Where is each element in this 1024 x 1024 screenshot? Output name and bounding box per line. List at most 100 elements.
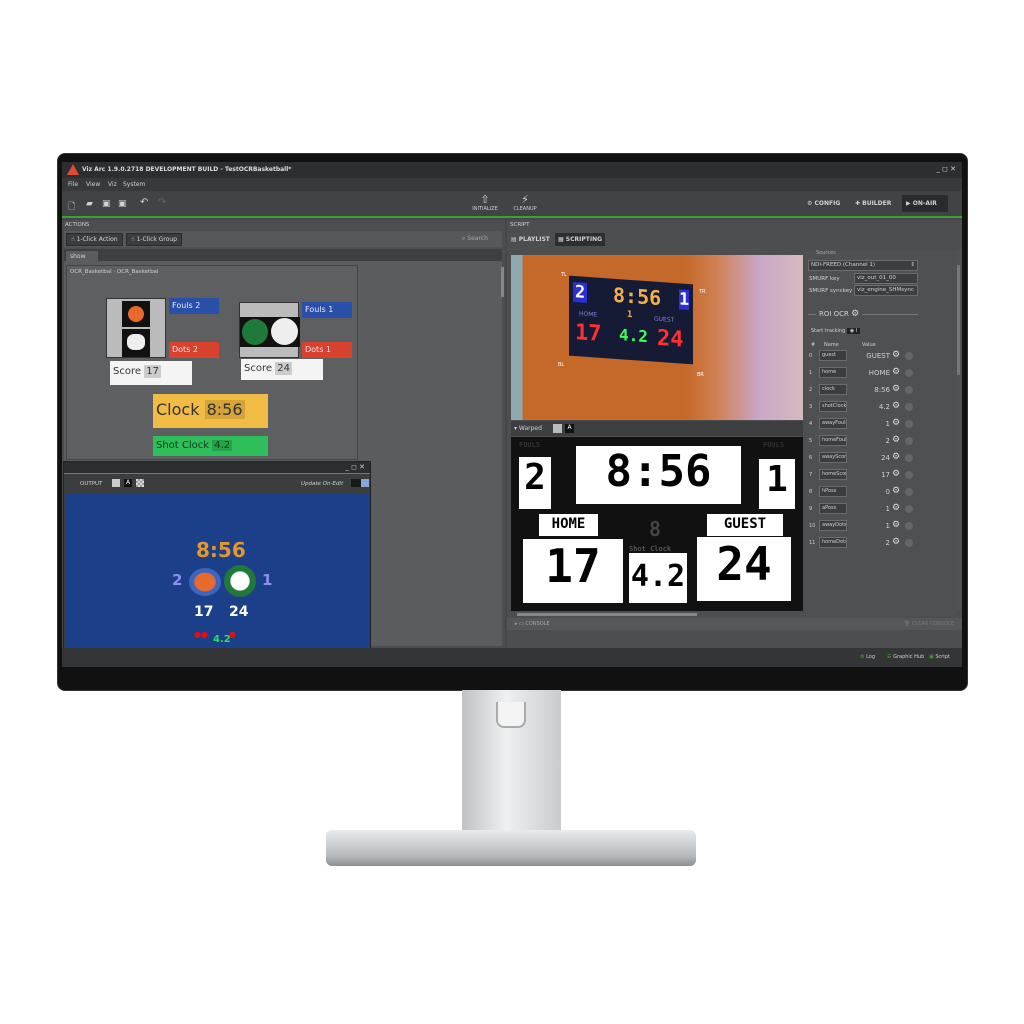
remove-icon[interactable] — [905, 437, 913, 445]
menu-viz[interactable]: Viz — [108, 181, 117, 188]
remove-icon[interactable] — [905, 454, 913, 462]
gear-icon[interactable]: ⚙ — [892, 418, 900, 428]
menu-view[interactable]: View — [86, 181, 100, 188]
search-placeholder: Search — [467, 235, 488, 242]
alpha-view-icon[interactable]: A — [124, 479, 132, 487]
gear-icon[interactable]: ⚙ — [892, 435, 900, 445]
cleanup-button[interactable]: ⚡ CLEANUP — [510, 193, 540, 212]
undo-icon[interactable]: ↶ — [140, 197, 148, 208]
horizontal-scrollbar[interactable] — [517, 613, 697, 616]
remove-icon[interactable] — [905, 420, 913, 428]
save-icon[interactable]: ▣ — [102, 199, 111, 209]
remove-icon[interactable] — [905, 471, 913, 479]
remove-icon[interactable] — [905, 386, 913, 394]
one-click-group-button[interactable]: ☝ 1-Click Group — [126, 233, 183, 246]
home-fouls-field[interactable]: Fouls 2 — [169, 298, 219, 314]
roi-name-input[interactable]: home — [819, 367, 847, 378]
gear-icon[interactable]: ⚙ — [892, 486, 900, 496]
console-label: CONSOLE — [525, 621, 550, 627]
checker-view-icon[interactable] — [136, 479, 144, 487]
roi-name-input[interactable]: shotClock — [819, 401, 847, 412]
remove-icon[interactable] — [905, 403, 913, 411]
roi-name-input[interactable]: aPoss — [819, 503, 847, 514]
on-air-button[interactable]: ▶ ON-AIR — [902, 195, 948, 212]
update-on-edit-toggle[interactable] — [351, 479, 369, 487]
smurf-synckey-input[interactable]: viz_engine_SHMsync — [854, 285, 918, 296]
gear-icon[interactable]: ⚙ — [892, 367, 900, 377]
gear-icon[interactable]: ⚙ — [892, 520, 900, 530]
guest-dots-field[interactable]: Dots 1 — [302, 342, 352, 358]
roi-name-input[interactable]: awayDots — [819, 520, 847, 531]
initialize-button[interactable]: ⇧ INITIALIZE — [470, 193, 500, 212]
roi-row: 8 hPoss 0 ⚙ — [806, 486, 956, 500]
roi-name-input[interactable]: homeFouls — [819, 435, 847, 446]
open-folder-icon[interactable]: ▰ — [86, 199, 93, 209]
vertical-scrollbar[interactable] — [501, 267, 504, 297]
gear-icon[interactable]: ⚙ — [851, 309, 859, 319]
guest-logo-images[interactable] — [239, 302, 300, 358]
roi-name-input[interactable]: homeScore — [819, 469, 847, 480]
alpha-view-icon[interactable]: A — [565, 424, 574, 433]
graphic-hub-button[interactable]: ☰ Graphic Hub — [887, 654, 924, 660]
corner-bl[interactable]: BL — [558, 362, 564, 368]
roi-name-input[interactable]: hPoss — [819, 486, 847, 497]
tab-scripting[interactable]: ▦ SCRIPTING — [555, 233, 606, 246]
home-logo-images[interactable] — [106, 298, 166, 358]
config-button[interactable]: ⚙ CONFIG — [807, 200, 840, 207]
roi-name-input[interactable]: guest — [819, 350, 847, 361]
clock-field[interactable]: Clock 8:56 — [153, 394, 268, 428]
new-file-icon[interactable]: 🗋 — [68, 199, 75, 215]
roi-name-input[interactable]: awayScore — [819, 452, 847, 463]
gear-icon[interactable]: ⚙ — [892, 469, 900, 479]
output-window-controls[interactable]: _ ◻ ✕ — [345, 463, 365, 471]
guest-score-field[interactable]: Score 24 — [241, 359, 323, 380]
remove-icon[interactable] — [905, 488, 913, 496]
gear-icon[interactable]: ⚙ — [892, 401, 900, 411]
smurf-key-input[interactable]: viz_out_01_00 — [854, 273, 918, 284]
roi-list: 0 guest GUEST ⚙ 1 home HOME ⚙ 2 clock 8:… — [806, 350, 956, 550]
corner-tl[interactable]: TL — [561, 272, 567, 278]
image-view-icon[interactable] — [553, 424, 562, 433]
window-controls[interactable]: _ ◻ ✕ — [936, 165, 956, 173]
corner-br[interactable]: BR — [697, 372, 704, 378]
source-select[interactable]: NDI-FREED (Channel 1) ⇕ — [808, 260, 918, 271]
gear-icon[interactable]: ⚙ — [892, 384, 900, 394]
tab-playlist[interactable]: ▤ PLAYLIST — [511, 236, 550, 243]
home-score-field[interactable]: Score 17 — [110, 361, 192, 385]
remove-icon[interactable] — [905, 522, 913, 530]
warped-toggle[interactable]: ▾ Warped — [514, 425, 542, 432]
one-click-action-button[interactable]: ☝ 1-Click Action — [66, 233, 123, 246]
roi-name-input[interactable]: homeDots — [819, 537, 847, 548]
remove-icon[interactable] — [905, 539, 913, 547]
menu-system[interactable]: System — [123, 181, 145, 188]
roi-row: 3 shotClock 4.2 ⚙ — [806, 401, 956, 415]
clear-console-button[interactable]: 🗑 CLEAR CONSOLE — [904, 621, 954, 627]
gear-icon[interactable]: ⚙ — [892, 537, 900, 547]
image-view-icon[interactable] — [112, 479, 120, 487]
redo-icon[interactable]: ↷ — [158, 197, 166, 208]
tab-show[interactable]: show — [66, 251, 98, 261]
remove-icon[interactable] — [905, 505, 913, 513]
roi-name-input[interactable]: awayFouls — [819, 418, 847, 429]
roi-name-input[interactable]: clock — [819, 384, 847, 395]
gear-icon[interactable]: ⚙ — [892, 452, 900, 462]
remove-icon[interactable] — [905, 352, 913, 360]
builder-button[interactable]: ✚ BUILDER — [855, 200, 891, 207]
vertical-scrollbar[interactable] — [956, 250, 961, 610]
log-button[interactable]: ⚙ Log — [860, 654, 875, 660]
shot-clock-field[interactable]: Shot Clock 4.2 — [153, 436, 268, 456]
corner-tr[interactable]: TR — [699, 289, 706, 295]
start-tracking-toggle[interactable]: ◉ I — [846, 328, 861, 334]
output-titlebar[interactable]: _ ◻ ✕ — [64, 462, 370, 474]
remove-icon[interactable] — [905, 369, 913, 377]
console-toggle[interactable]: ▸ ▭ CONSOLE — [515, 621, 550, 627]
save-all-icon[interactable]: ▣ — [118, 199, 127, 209]
guest-fouls-field[interactable]: Fouls 1 — [302, 302, 352, 318]
gear-icon[interactable]: ⚙ — [892, 503, 900, 513]
script-button[interactable]: ▣ Script — [929, 654, 950, 660]
home-dots-field[interactable]: Dots 2 — [169, 342, 219, 358]
search-field[interactable]: ⌕ Search — [462, 235, 488, 243]
menu-file[interactable]: File — [68, 181, 78, 188]
gear-icon[interactable]: ⚙ — [892, 350, 900, 360]
warped-shot-clock: 4.2 — [629, 553, 687, 603]
